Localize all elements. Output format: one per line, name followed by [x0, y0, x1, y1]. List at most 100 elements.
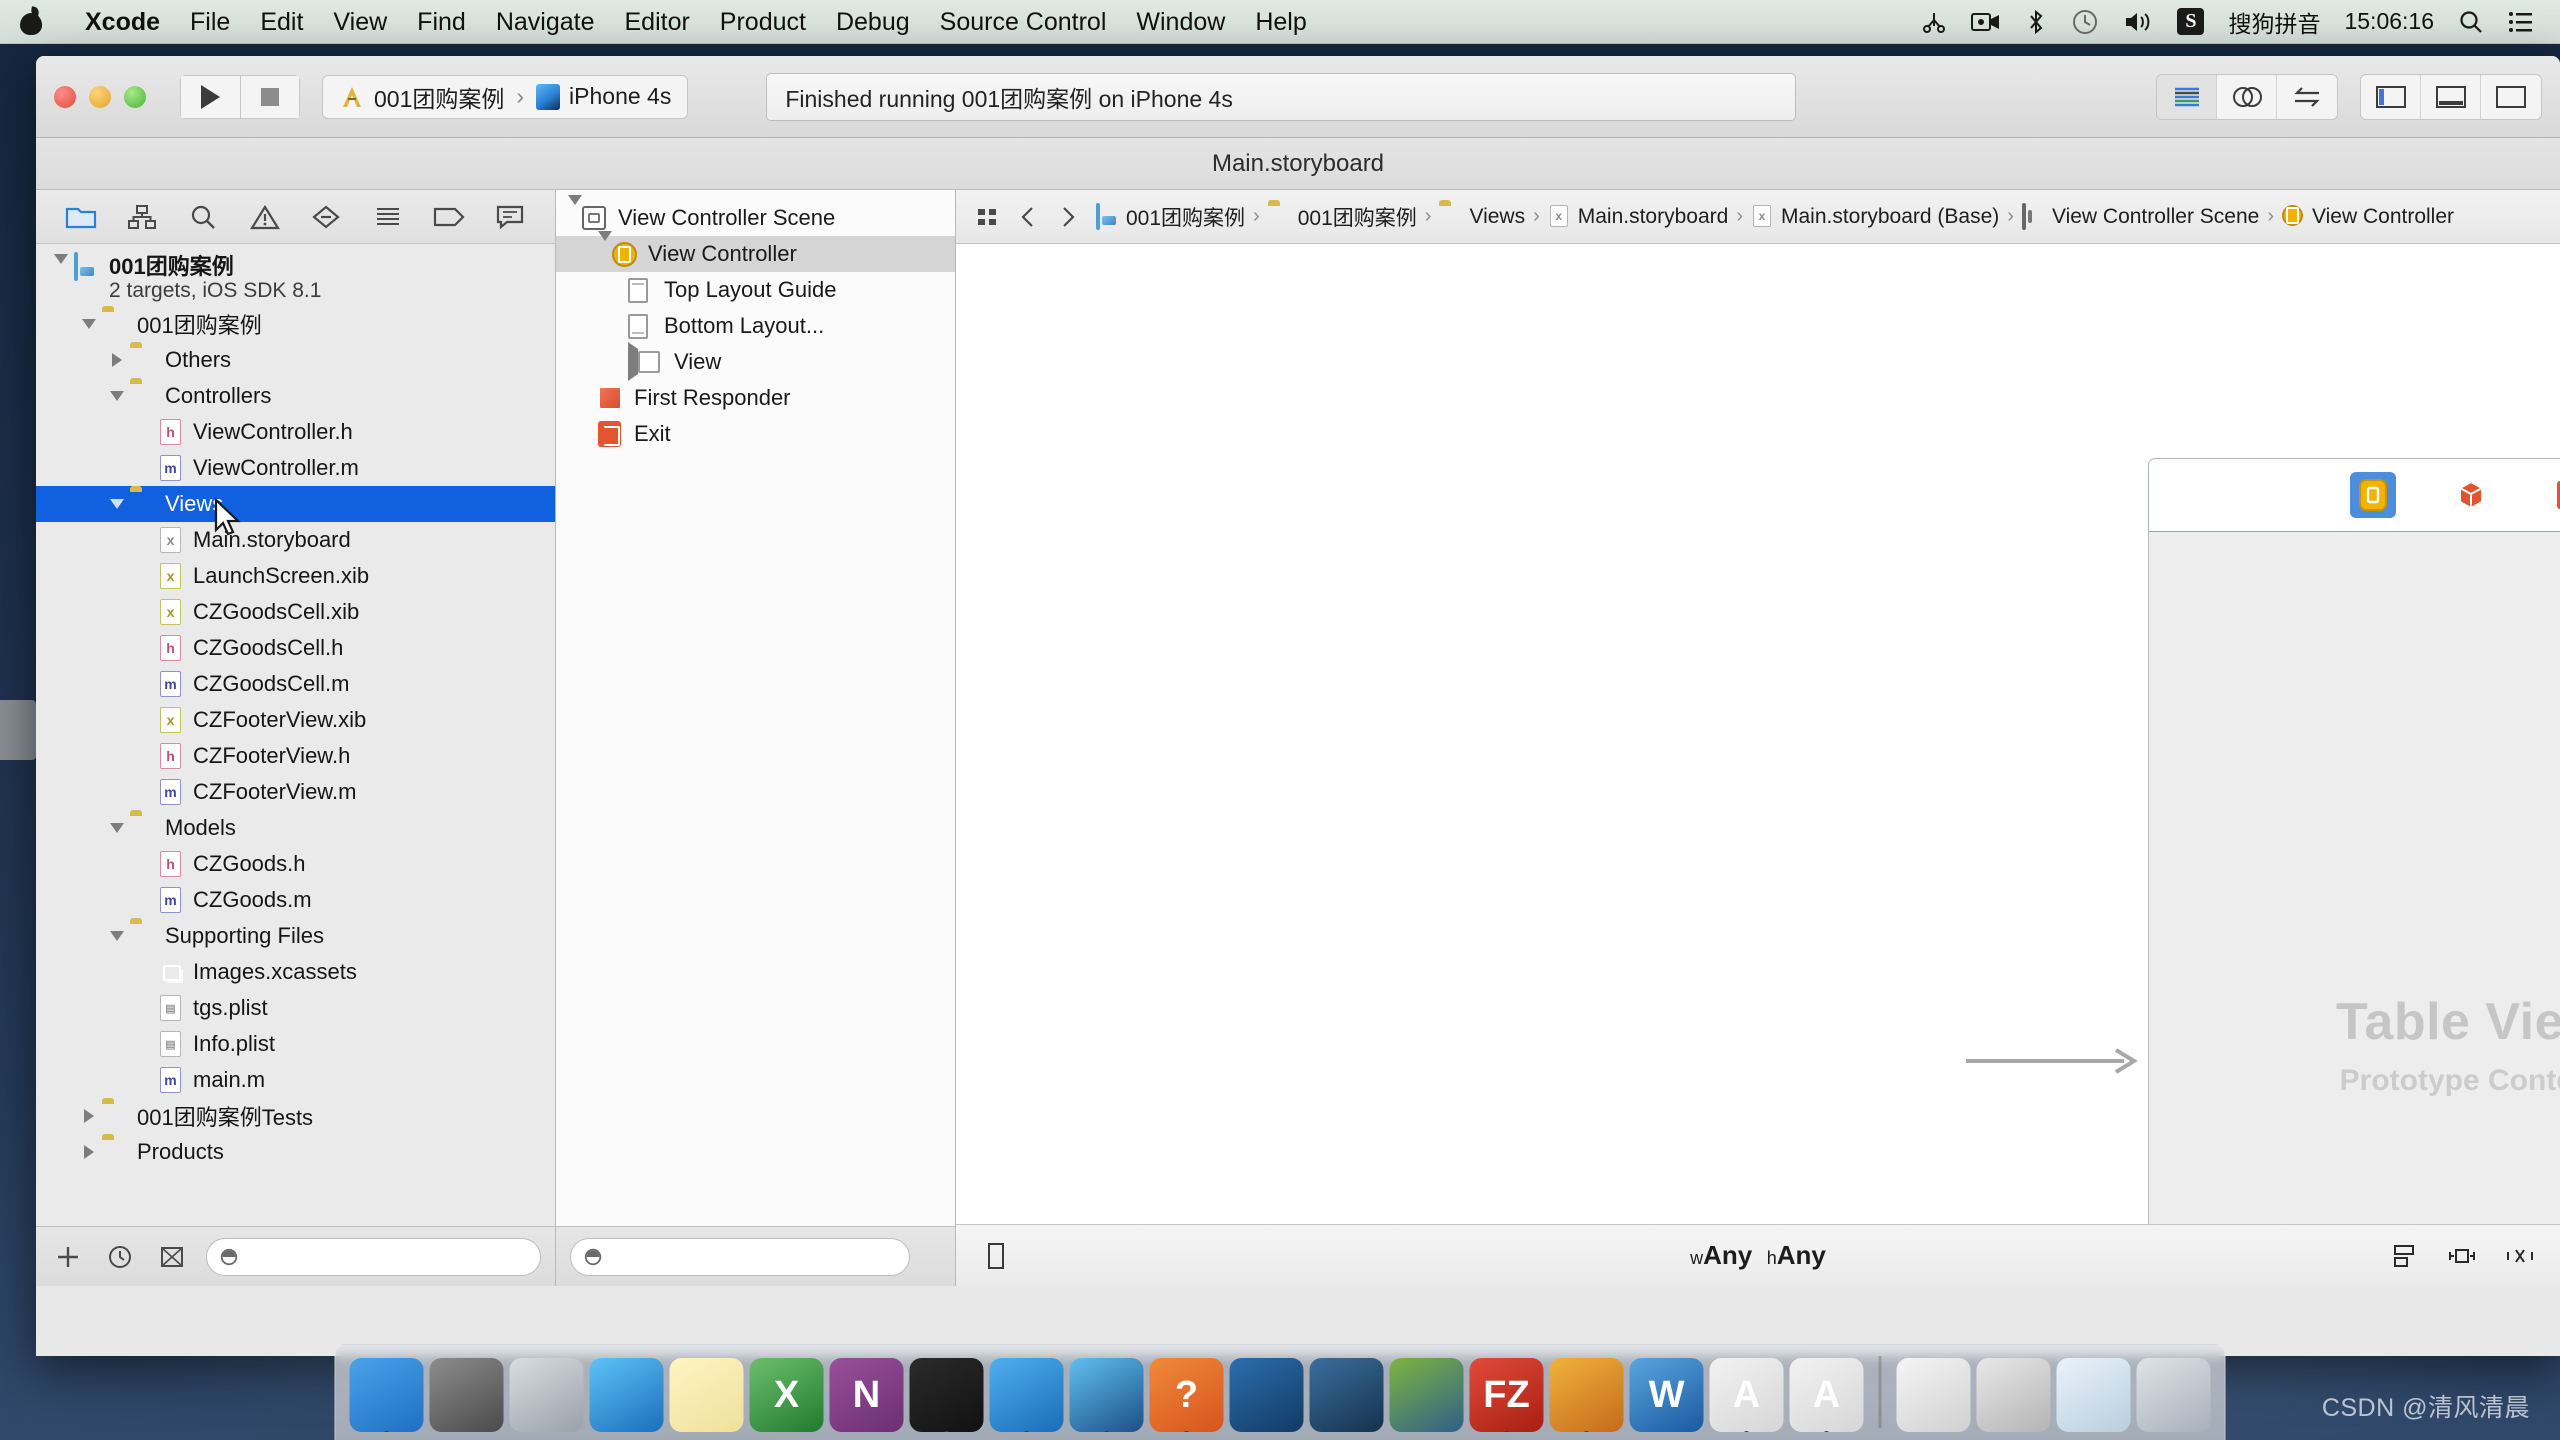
chevron-right-icon[interactable]	[1050, 199, 1086, 235]
find-navigator-icon[interactable]	[181, 198, 225, 236]
file-tree-row[interactable]: h CZFooterView.h	[36, 738, 555, 774]
minimize-window-button[interactable]	[89, 85, 111, 108]
menu-item-editor[interactable]: Editor	[609, 0, 704, 44]
file-tree-row[interactable]: Supporting Files	[36, 918, 555, 954]
menu-item-edit[interactable]: Edit	[245, 0, 318, 44]
disclosure-triangle[interactable]	[106, 391, 128, 401]
file-tree-row[interactable]: m CZFooterView.m	[36, 774, 555, 810]
menu-item-help[interactable]: Help	[1240, 0, 1321, 44]
file-tree-row[interactable]: h CZGoods.h	[36, 846, 555, 882]
assistant-editor-icon[interactable]	[2217, 74, 2277, 119]
table-view-placeholder[interactable]: Table View Prototype Content	[2149, 574, 2560, 1224]
file-tree-row[interactable]: h CZGoodsCell.h	[36, 630, 555, 666]
run-button[interactable]	[180, 74, 240, 119]
file-tree-row[interactable]: 001团购案例	[36, 306, 555, 342]
toggle-utilities-icon[interactable]	[2481, 75, 2541, 119]
screen-record-icon[interactable]	[1959, 0, 2013, 44]
project-file-tree[interactable]: 001团购案例 2 targets, iOS SDK 8.1 001团购案例 Othe…	[36, 244, 555, 1226]
scissors-icon[interactable]	[1909, 0, 1959, 44]
scheme-selector[interactable]: 001团购案例 › iPhone 4s	[322, 74, 689, 119]
menu-item-window[interactable]: Window	[1121, 0, 1240, 44]
input-method-badge[interactable]: S	[2165, 0, 2216, 44]
breakpoint-navigator-icon[interactable]	[427, 198, 471, 236]
system-preferences-icon[interactable]	[429, 1358, 504, 1432]
breadcrumb-item[interactable]: 001团购案例	[1090, 202, 1251, 232]
size-class-indicator[interactable]: wAny hAny	[956, 1240, 2560, 1271]
notification-center-icon[interactable]	[2496, 0, 2546, 44]
file-tree-row[interactable]: Images.xcassets	[36, 954, 555, 990]
snipping-icon[interactable]	[1229, 1358, 1304, 1432]
disclosure-triangle[interactable]	[106, 823, 128, 833]
bluetooth-icon[interactable]	[2013, 0, 2059, 44]
file-tree-row[interactable]: Views	[36, 486, 555, 522]
disclosure-triangle[interactable]	[78, 1145, 100, 1159]
outline-row[interactable]: View Controller Scene	[556, 195, 955, 236]
breadcrumb-item[interactable]: 001团购案例	[1262, 202, 1423, 232]
minimized-window-2[interactable]	[1976, 1358, 2051, 1432]
outline-row[interactable]: View	[556, 342, 955, 381]
menu-item-view[interactable]: View	[318, 0, 402, 44]
show-nested-icon[interactable]	[978, 1238, 1014, 1274]
resolve-issues-icon[interactable]	[2502, 1238, 2538, 1274]
finder-icon[interactable]	[349, 1358, 424, 1432]
project-navigator-icon[interactable]	[59, 198, 103, 236]
debug-navigator-icon[interactable]	[366, 198, 410, 236]
file-tree-row[interactable]: Models	[36, 810, 555, 846]
minimized-window-1[interactable]	[1896, 1358, 1971, 1432]
safari-icon[interactable]	[589, 1358, 664, 1432]
file-tree-row[interactable]: x LaunchScreen.xib	[36, 558, 555, 594]
menu-item-navigate[interactable]: Navigate	[481, 0, 610, 44]
outline-filter-field[interactable]	[570, 1237, 910, 1276]
disclosure-triangle[interactable]	[78, 319, 100, 329]
report-navigator-icon[interactable]	[488, 198, 532, 236]
file-tree-row[interactable]: ▤ Info.plist	[36, 1026, 555, 1062]
notes-icon[interactable]	[669, 1358, 744, 1432]
first-responder-icon[interactable]	[2448, 472, 2494, 518]
breadcrumb-item[interactable]: View Controller Scene	[2016, 202, 2265, 230]
breadcrumb-item[interactable]: x Main.storyboard (Base)	[1745, 204, 2005, 229]
storyboard-canvas[interactable]: Table View Prototype Content	[956, 244, 2560, 1224]
outline-row[interactable]: Top Layout Guide	[556, 272, 955, 308]
apple-menu-icon[interactable]	[18, 7, 44, 37]
pin-icon[interactable]	[2444, 1238, 2480, 1274]
chevron-left-icon[interactable]	[1010, 199, 1046, 235]
clock-icon[interactable]	[102, 1239, 138, 1275]
filezilla-icon[interactable]: FZ	[1469, 1358, 1544, 1432]
view-controller-icon[interactable]	[2349, 472, 2396, 518]
file-tree-row[interactable]: Products	[36, 1134, 555, 1170]
file-tree-row[interactable]: m main.m	[36, 1062, 555, 1098]
view-controller-scene[interactable]: Table View Prototype Content	[2148, 458, 2560, 1224]
menu-item-debug[interactable]: Debug	[821, 0, 925, 44]
align-icon[interactable]	[2386, 1238, 2422, 1274]
breadcrumb-item[interactable]: View Controller	[2276, 204, 2460, 229]
instruments-icon[interactable]	[1069, 1358, 1144, 1432]
file-tree-row[interactable]: ▤ tgs.plist	[36, 990, 555, 1026]
spotlight-search-icon[interactable]	[2446, 0, 2496, 44]
menu-item-file[interactable]: File	[175, 0, 245, 44]
volume-icon[interactable]	[2111, 0, 2165, 44]
photoshop-icon[interactable]	[1549, 1358, 1624, 1432]
file-tree-row[interactable]: m CZGoodsCell.m	[36, 666, 555, 702]
toggle-debug-area-icon[interactable]	[2421, 74, 2481, 119]
minimized-window-3[interactable]	[2056, 1358, 2131, 1432]
file-tree-row[interactable]: x CZFooterView.xib	[36, 702, 555, 738]
disclosure-triangle[interactable]	[50, 254, 72, 264]
outline-row[interactable]: Bottom Layout...	[556, 308, 955, 344]
font-book-icon[interactable]: A	[1789, 1358, 1864, 1432]
excel-icon[interactable]: X	[749, 1358, 824, 1432]
file-tree-row[interactable]: x CZGoodsCell.xib	[36, 594, 555, 630]
onenote-icon[interactable]: N	[829, 1358, 904, 1432]
file-tree-row[interactable]: m CZGoods.m	[36, 882, 555, 918]
file-tree-row[interactable]: Controllers	[36, 378, 555, 414]
disclosure-triangle[interactable]	[568, 195, 582, 231]
outline-row[interactable]: View Controller	[556, 231, 955, 272]
disclosure-triangle[interactable]	[78, 1109, 100, 1123]
disclosure-triangle[interactable]	[628, 342, 638, 381]
file-tree-row[interactable]: m ViewController.m	[36, 450, 555, 486]
file-tree-row[interactable]: Others	[36, 342, 555, 378]
menu-item-find[interactable]: Find	[402, 0, 481, 44]
close-window-button[interactable]	[54, 85, 76, 108]
launchpad-icon[interactable]	[509, 1358, 584, 1432]
issue-navigator-icon[interactable]	[243, 198, 287, 236]
toggle-navigator-icon[interactable]	[2361, 74, 2421, 119]
